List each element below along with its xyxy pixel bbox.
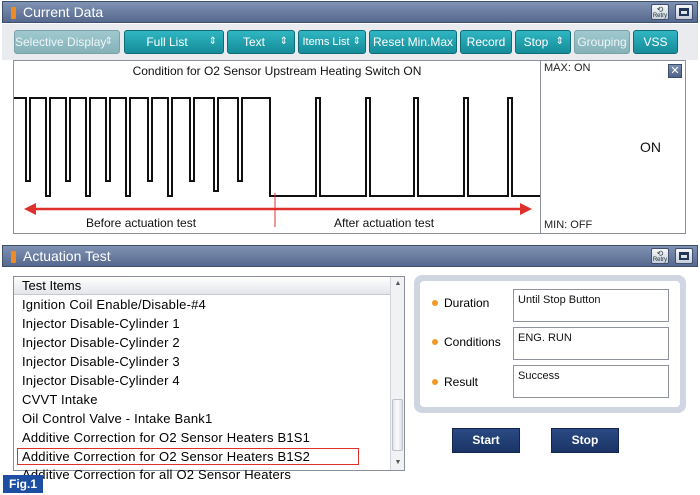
bullet-icon [432, 339, 438, 345]
arrow-left-icon [24, 203, 36, 215]
current-value-label: ON [640, 139, 661, 155]
grouping-button[interactable]: Grouping [574, 30, 630, 54]
conditions-label: Conditions [432, 335, 501, 349]
list-item[interactable]: Oil Control Valve - Intake Bank1 [22, 411, 212, 426]
result-label: Result [432, 375, 478, 389]
arrow-right-icon [520, 203, 532, 215]
retry-icon: ⟲ [656, 249, 664, 258]
duration-label-text: Duration [444, 296, 490, 310]
test-info-inner: Duration Until Stop Button Conditions EN… [420, 281, 680, 407]
items-list-label: Items List [302, 36, 350, 48]
selective-display-dropdown[interactable]: Selective Display ⇕ [14, 30, 120, 54]
retry-label: Retry [652, 13, 668, 19]
min-label: MIN: OFF [544, 219, 593, 231]
bullet-icon [432, 379, 438, 385]
panel-marker-icon [11, 251, 16, 263]
list-item[interactable]: Injector Disable-Cylinder 3 [22, 354, 180, 369]
list-item[interactable]: CVVT Intake [22, 392, 98, 407]
retry-icon: ⟲ [656, 5, 664, 14]
reset-minmax-button[interactable]: Reset Min.Max [369, 30, 457, 54]
panel-marker-icon [11, 7, 16, 19]
before-actuation-label: Before actuation test [86, 216, 197, 230]
updown-arrows-icon: ⇕ [555, 36, 564, 47]
max-label: MAX: ON [544, 62, 591, 74]
window-icon [679, 252, 689, 260]
close-graph-button[interactable]: ✕ [668, 64, 682, 78]
test-items-list: Test Items Ignition Coil Enable/Disable-… [13, 276, 405, 482]
vss-button[interactable]: VSS [633, 30, 678, 54]
updown-arrows-icon: ⇕ [352, 36, 361, 47]
retry-button[interactable]: ⟲ Retry [651, 4, 669, 20]
graph-area: Condition for O2 Sensor Upstream Heating… [13, 60, 686, 234]
signal-line [14, 97, 540, 197]
text-label: Text [242, 35, 265, 49]
window-toggle-button[interactable] [675, 4, 693, 20]
bullet-icon [432, 300, 438, 306]
conditions-label-text: Conditions [444, 335, 501, 349]
scroll-thumb[interactable] [392, 399, 403, 451]
result-value: Success [513, 365, 669, 398]
scroll-up-icon[interactable]: ▲ [391, 277, 405, 291]
retry-label: Retry [652, 257, 668, 263]
stop-button[interactable]: Stop [551, 428, 619, 453]
list-item[interactable]: Injector Disable-Cylinder 2 [22, 335, 180, 350]
updown-arrows-icon: ⇕ [279, 36, 288, 47]
duration-value: Until Stop Button [513, 289, 669, 322]
after-actuation-label: After actuation test [334, 216, 435, 230]
items-list-dropdown[interactable]: Items List ⇕ [298, 30, 366, 54]
conditions-value: ENG. RUN [513, 327, 669, 360]
list-item[interactable]: Additive Correction for O2 Sensor Heater… [22, 430, 310, 445]
actuation-test-header: Actuation Test ⟲ Retry [2, 245, 698, 267]
record-label: Record [466, 35, 506, 49]
list-item[interactable]: Ignition Coil Enable/Disable-#4 [22, 297, 206, 312]
result-label-text: Result [444, 375, 479, 389]
figure-label: Fig.1 [3, 475, 43, 493]
stop-label: Stop [523, 35, 549, 49]
current-data-title: Current Data [23, 4, 104, 20]
toolbar: Selective Display ⇕ Full List ⇕ Text ⇕ I… [2, 24, 698, 60]
list-item[interactable]: Injector Disable-Cylinder 4 [22, 373, 180, 388]
scroll-down-icon[interactable]: ▼ [391, 456, 405, 470]
text-dropdown[interactable]: Text ⇕ [227, 30, 295, 54]
graph-divider [540, 61, 541, 233]
list-item-selected[interactable]: Additive Correction for O2 Sensor Heater… [17, 448, 359, 465]
updown-arrows-icon: ⇕ [208, 36, 217, 47]
updown-arrows-icon: ⇕ [104, 36, 113, 47]
graph-title: Condition for O2 Sensor Upstream Heating… [132, 64, 422, 78]
list-item[interactable]: Injector Disable-Cylinder 1 [22, 316, 180, 331]
actuation-test-title: Actuation Test [23, 248, 111, 264]
window-icon [679, 8, 689, 16]
duration-label: Duration [432, 296, 489, 310]
selective-display-label: Selective Display [15, 35, 107, 49]
test-items-header: Test Items [14, 277, 390, 295]
signal-graph [14, 97, 540, 227]
retry-button[interactable]: ⟲ Retry [651, 248, 669, 264]
grouping-label: Grouping [577, 35, 627, 49]
full-list-label: Full List [146, 35, 188, 49]
current-data-header: Current Data ⟲ Retry [2, 1, 698, 23]
vss-label: VSS [643, 35, 668, 49]
full-list-dropdown[interactable]: Full List ⇕ [124, 30, 224, 54]
list-item[interactable]: Additive Correction for all O2 Sensor He… [22, 467, 291, 482]
start-button[interactable]: Start [452, 428, 520, 453]
list-scrollbar[interactable]: ▲ ▼ [390, 277, 404, 470]
stop-dropdown[interactable]: Stop ⇕ [515, 30, 571, 54]
reset-minmax-label: Reset Min.Max [372, 35, 454, 49]
record-button[interactable]: Record [460, 30, 512, 54]
close-icon: ✕ [670, 65, 680, 77]
test-info-panel: Duration Until Stop Button Conditions EN… [414, 275, 686, 413]
window-toggle-button[interactable] [675, 248, 693, 264]
